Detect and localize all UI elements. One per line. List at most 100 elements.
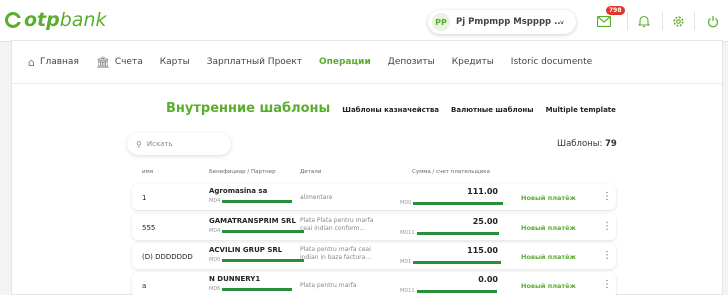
user-name: Pj Pmpmpp Mspppp ... (456, 17, 564, 27)
details-line-1: Plata Plata pentru marfa (300, 217, 374, 224)
more-options-icon[interactable]: ⋮ (602, 221, 612, 232)
amount: 25.00 (472, 217, 498, 226)
masked-account (416, 231, 499, 235)
nav-deposits-label: Депозиты (387, 57, 435, 67)
tab-currency-templates[interactable]: Валютные шаблоны (451, 106, 534, 114)
main-nav: ⌂ Главная 🏛 Счета Карты Зарплатный Проек… (12, 41, 722, 84)
search-input[interactable]: ⚲ Искать (127, 133, 231, 155)
bell-icon[interactable] (636, 13, 652, 29)
more-options-icon[interactable]: ⋮ (602, 250, 612, 261)
column-header-beneficiary: Бенефициар / Партнер (209, 169, 276, 175)
nav-operations[interactable]: Операции (319, 57, 371, 67)
masked-account (416, 289, 497, 293)
template-subnav: Внутренние шаблоны Шаблоны казначейства … (166, 101, 628, 116)
power-icon[interactable] (705, 13, 721, 29)
logo-icon (5, 12, 21, 28)
column-header-name: имя (142, 169, 154, 175)
payer-account: MD0 (400, 200, 504, 206)
table-row[interactable]: (D) DDDDDDD ACVILIN GRUP SRL MD0 Plata p… (132, 243, 616, 269)
user-menu[interactable]: PP Pj Pmpmpp Mspppp ... ⌄ (428, 10, 576, 34)
nav-cards[interactable]: Карты (160, 57, 190, 67)
beneficiary-account: MD4 (209, 228, 305, 234)
table-row[interactable]: 555 GAMATRANSPRIM SRL MD4 Plata Plata pe… (132, 214, 616, 240)
payment-details: alimentare (300, 194, 333, 201)
tab-multiple-template[interactable]: Multiple template (546, 106, 616, 114)
new-payment-button[interactable]: Новый платёж (521, 282, 576, 290)
beneficiary-name: ACVILIN GRUP SRL (209, 246, 283, 254)
main-panel: ⌂ Главная 🏛 Счета Карты Зарплатный Проек… (11, 40, 723, 295)
new-payment-button[interactable]: Новый платёж (521, 194, 576, 202)
search-icon: ⚲ (136, 139, 142, 149)
new-payment-button[interactable]: Новый платёж (521, 224, 576, 232)
account-prefix: MD1 (400, 259, 412, 265)
table-row[interactable]: a N DUNNERY1 MD6 Plata pentru marfa 0.00… (132, 272, 616, 295)
column-header-amount: Сумма / счет плательщика (412, 169, 490, 175)
table-row[interactable]: 1 Agromasina sa MD4 alimentare 111.00 MD… (132, 184, 616, 210)
bank-icon: 🏛 (95, 55, 110, 69)
user-avatar: PP (432, 13, 450, 31)
top-bar: otp bank PP Pj Pmpmpp Mspppp ... ⌄ 798 (0, 0, 728, 42)
nav-payroll[interactable]: Зарплатный Проект (207, 57, 302, 67)
beneficiary-account: MD4 (209, 198, 293, 204)
template-name: a (142, 282, 147, 290)
nav-deposits[interactable]: Депозиты (388, 57, 435, 67)
nav-home-label: Главная (39, 57, 79, 67)
divider (627, 12, 628, 30)
payer-account: MD11 (400, 288, 497, 294)
search-placeholder: Искать (146, 140, 173, 148)
account-prefix: MD11 (400, 288, 415, 294)
beneficiary-name: N DUNNERY1 (209, 275, 261, 283)
account-prefix: MD11 (400, 230, 415, 236)
more-options-icon[interactable]: ⋮ (602, 279, 612, 290)
nav-credits-label: Кредиты (451, 57, 494, 67)
tab-internal-templates[interactable]: Внутренние шаблоны (166, 101, 330, 116)
masked-account (222, 258, 305, 262)
details-line-2: indian in baza factura... (300, 254, 372, 261)
masked-account (222, 287, 293, 291)
account-prefix: MD6 (209, 286, 221, 292)
nav-cards-label: Карты (159, 57, 190, 67)
account-prefix: MD0 (400, 200, 412, 206)
payment-details: Plata Plata pentru marfa ceai indian conf… (300, 217, 373, 233)
beneficiary-name: Agromasina sa (209, 187, 268, 195)
column-header-details: Детали (300, 169, 322, 175)
more-options-icon[interactable]: ⋮ (602, 191, 612, 202)
beneficiary-account: MD6 (209, 286, 293, 292)
payer-account: MD11 (400, 230, 499, 236)
amount: 0.00 (478, 275, 498, 284)
template-name: 555 (142, 224, 156, 232)
template-name: 1 (142, 194, 147, 202)
details-line-2: ceai indian conform... (300, 225, 366, 232)
mail-icon[interactable] (596, 13, 612, 29)
notification-badge: 798 (606, 6, 625, 15)
otpbank-logo[interactable]: otp bank (5, 9, 107, 31)
new-payment-button[interactable]: Новый платёж (521, 253, 576, 261)
chevron-down-icon: ⌄ (557, 15, 566, 26)
logo-prefix: otp (24, 9, 60, 31)
nav-payroll-label: Зарплатный Проект (206, 57, 302, 67)
masked-account (413, 201, 504, 205)
nav-accounts[interactable]: 🏛 Счета (96, 56, 143, 69)
nav-history-label: Istoric documente (510, 57, 593, 67)
nav-credits[interactable]: Кредиты (452, 57, 494, 67)
templates-count: Шаблоны: 79 (557, 139, 617, 149)
masked-account (222, 229, 305, 233)
masked-account (222, 199, 293, 203)
payment-details: Plata pentru marfa ceai indian in baza fa… (300, 246, 371, 262)
beneficiary-name: GAMATRANSPRIM SRL (209, 217, 296, 225)
divider (694, 12, 695, 30)
nav-home[interactable]: ⌂ Главная (28, 56, 79, 69)
payer-account: MD1 (400, 259, 502, 265)
account-prefix: MD4 (209, 198, 221, 204)
divider (662, 12, 663, 30)
nav-history[interactable]: Istoric documente (511, 57, 592, 67)
gear-icon[interactable] (670, 13, 686, 29)
templates-count-label: Шаблоны: (557, 139, 603, 149)
template-name: (D) DDDDDDD (142, 253, 193, 261)
tab-treasury-templates[interactable]: Шаблоны казначейства (342, 106, 439, 114)
masked-account (413, 260, 502, 264)
amount: 115.00 (467, 246, 498, 255)
amount: 111.00 (467, 187, 498, 196)
logo-suffix: bank (59, 9, 107, 31)
beneficiary-account: MD0 (209, 257, 305, 263)
